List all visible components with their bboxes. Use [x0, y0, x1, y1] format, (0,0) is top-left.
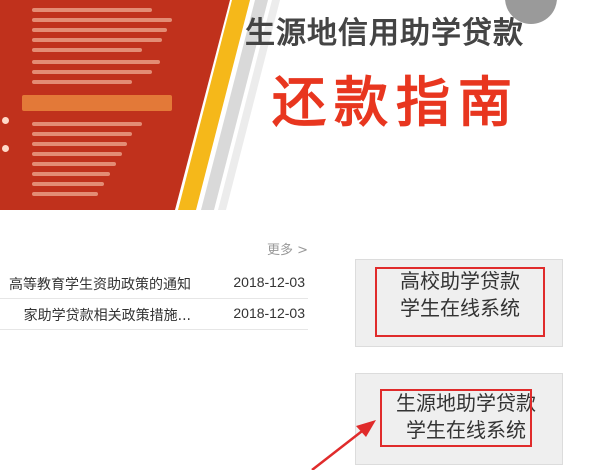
system-button-line: 学生在线系统 [406, 418, 526, 442]
news-title[interactable]: 家助学贷款相关政策措施... [24, 305, 191, 325]
news-list: 高等教育学生资助政策的通知 2018-12-03 家助学贷款相关政策措施... … [0, 268, 308, 330]
news-item[interactable]: 家助学贷款相关政策措施... 2018-12-03 [0, 299, 308, 330]
more-link[interactable]: 更多 > [267, 239, 308, 258]
system-button-label: 生源地助学贷款 学生在线系统 [380, 390, 552, 444]
banner-title: 还款指南 [272, 71, 520, 134]
system-button-line: 学生在线系统 [400, 296, 520, 320]
news-title[interactable]: 高等教育学生资助政策的通知 [9, 274, 191, 294]
hero-banner[interactable]: 生源地信用助学贷款 还款指南 [0, 0, 600, 210]
document-highlight [22, 95, 172, 111]
news-item[interactable]: 高等教育学生资助政策的通知 2018-12-03 [0, 268, 308, 299]
bullet-dot [2, 145, 9, 152]
news-date: 2018-12-03 [233, 274, 305, 290]
university-loan-system-button[interactable]: 高校助学贷款 学生在线系统 [355, 259, 563, 347]
bullet-dot [2, 117, 9, 124]
news-date: 2018-12-03 [233, 305, 305, 321]
system-button-line: 生源地助学贷款 [396, 391, 536, 415]
banner-subtitle: 生源地信用助学贷款 [245, 16, 524, 51]
system-button-line: 高校助学贷款 [400, 269, 520, 293]
origin-loan-system-button[interactable]: 生源地助学贷款 学生在线系统 [355, 373, 563, 465]
system-button-label: 高校助学贷款 学生在线系统 [376, 268, 544, 322]
